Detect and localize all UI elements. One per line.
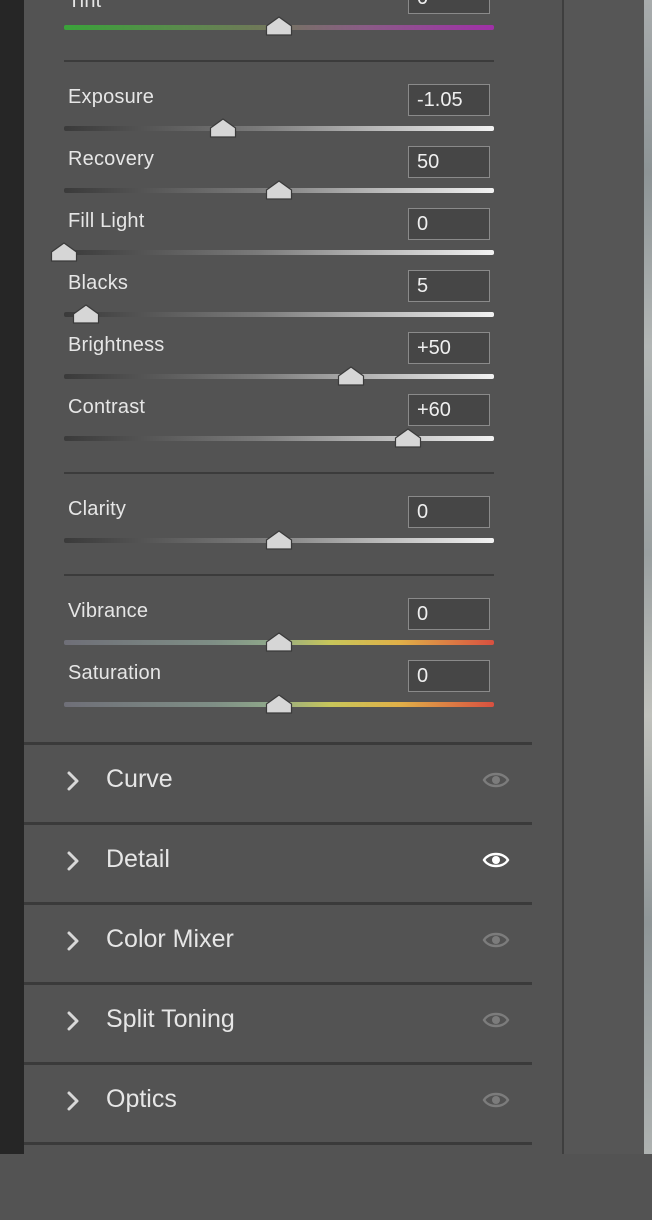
- section-divider: [24, 822, 532, 825]
- slider-row-brightness: Brightness +50: [24, 332, 532, 396]
- slider-label-blacks: Blacks: [68, 272, 129, 294]
- contrast-track[interactable]: [64, 436, 494, 441]
- section-divider: [24, 742, 532, 745]
- section-header-curve[interactable]: Curve: [24, 742, 532, 820]
- eye-icon[interactable]: [482, 928, 510, 952]
- tint-slider-thumb[interactable]: [265, 16, 293, 36]
- eye-icon[interactable]: [482, 1008, 510, 1032]
- slider-row-contrast: Contrast +60: [24, 394, 532, 458]
- blacks-value-field[interactable]: 5: [408, 270, 490, 302]
- panel-scroll-gutter[interactable]: [532, 0, 562, 1154]
- group-divider: [64, 60, 494, 62]
- slider-label-saturation: Saturation: [68, 662, 162, 684]
- fill-light-slider-thumb[interactable]: [50, 242, 78, 262]
- slider-row-saturation: Saturation 0: [24, 660, 532, 724]
- clarity-slider-thumb[interactable]: [265, 530, 293, 550]
- eye-icon[interactable]: [482, 848, 510, 872]
- saturation-slider-thumb[interactable]: [265, 694, 293, 714]
- recovery-value-field[interactable]: 50: [408, 146, 490, 178]
- group-divider: [64, 574, 494, 576]
- slider-row-tint: Tint 0: [24, 0, 532, 50]
- brightness-track[interactable]: [64, 374, 494, 379]
- slider-row-vibrance: Vibrance 0: [24, 598, 532, 662]
- slider-row-exposure: Exposure -1.05: [24, 84, 532, 148]
- vibrance-slider-thumb[interactable]: [265, 632, 293, 652]
- brightness-slider-thumb[interactable]: [337, 366, 365, 386]
- section-divider: [24, 982, 532, 985]
- contrast-value-field[interactable]: +60: [408, 394, 490, 426]
- blacks-slider-thumb[interactable]: [72, 304, 100, 324]
- app-left-edge: [0, 0, 24, 1154]
- section-title-split-toning: Split Toning: [106, 1005, 235, 1033]
- section-title-detail: Detail: [106, 845, 170, 873]
- slider-label-clarity: Clarity: [68, 498, 127, 520]
- exposure-value-field[interactable]: -1.05: [408, 84, 490, 116]
- contrast-slider-thumb[interactable]: [394, 428, 422, 448]
- section-title-optics: Optics: [106, 1085, 177, 1113]
- brightness-value-field[interactable]: +50: [408, 332, 490, 364]
- section-header-optics[interactable]: Optics: [24, 1062, 532, 1140]
- section-header-split-toning[interactable]: Split Toning: [24, 982, 532, 1060]
- group-divider: [64, 472, 494, 474]
- chevron-right-icon[interactable]: [64, 767, 84, 795]
- slider-row-recovery: Recovery 50: [24, 146, 532, 210]
- slider-row-clarity: Clarity 0: [24, 496, 532, 560]
- slider-label-fill-light: Fill Light: [68, 210, 145, 232]
- section-divider: [24, 1062, 532, 1065]
- saturation-value-field[interactable]: 0: [408, 660, 490, 692]
- blacks-track[interactable]: [64, 312, 494, 317]
- slider-label-brightness: Brightness: [68, 334, 165, 356]
- slider-row-blacks: Blacks 5: [24, 270, 532, 334]
- section-header-detail[interactable]: Detail: [24, 822, 532, 900]
- recovery-slider-thumb[interactable]: [265, 180, 293, 200]
- slider-label-contrast: Contrast: [68, 396, 146, 418]
- section-divider: [24, 1142, 532, 1145]
- exposure-track[interactable]: [64, 126, 494, 131]
- section-header-color-mixer[interactable]: Color Mixer: [24, 902, 532, 980]
- fill-light-track[interactable]: [64, 250, 494, 255]
- filmstrip-edge: [564, 0, 644, 1154]
- chevron-right-icon[interactable]: [64, 847, 84, 875]
- exposure-slider-thumb[interactable]: [209, 118, 237, 138]
- fill-light-value-field[interactable]: 0: [408, 208, 490, 240]
- section-divider: [24, 902, 532, 905]
- image-preview-edge: [644, 0, 652, 1154]
- slider-label-exposure: Exposure: [68, 86, 155, 108]
- slider-label-vibrance: Vibrance: [68, 600, 149, 622]
- section-title-color-mixer: Color Mixer: [106, 925, 234, 953]
- vibrance-value-field[interactable]: 0: [408, 598, 490, 630]
- slider-row-fill-light: Fill Light 0: [24, 208, 532, 272]
- chevron-right-icon[interactable]: [64, 1087, 84, 1115]
- tint-value-field[interactable]: 0: [408, 0, 490, 14]
- slider-label-recovery: Recovery: [68, 148, 155, 170]
- clarity-value-field[interactable]: 0: [408, 496, 490, 528]
- eye-icon[interactable]: [482, 1088, 510, 1112]
- slider-label-tint: Tint: [68, 0, 102, 12]
- chevron-right-icon[interactable]: [64, 1007, 84, 1035]
- chevron-right-icon[interactable]: [64, 927, 84, 955]
- section-title-curve: Curve: [106, 765, 173, 793]
- eye-icon[interactable]: [482, 768, 510, 792]
